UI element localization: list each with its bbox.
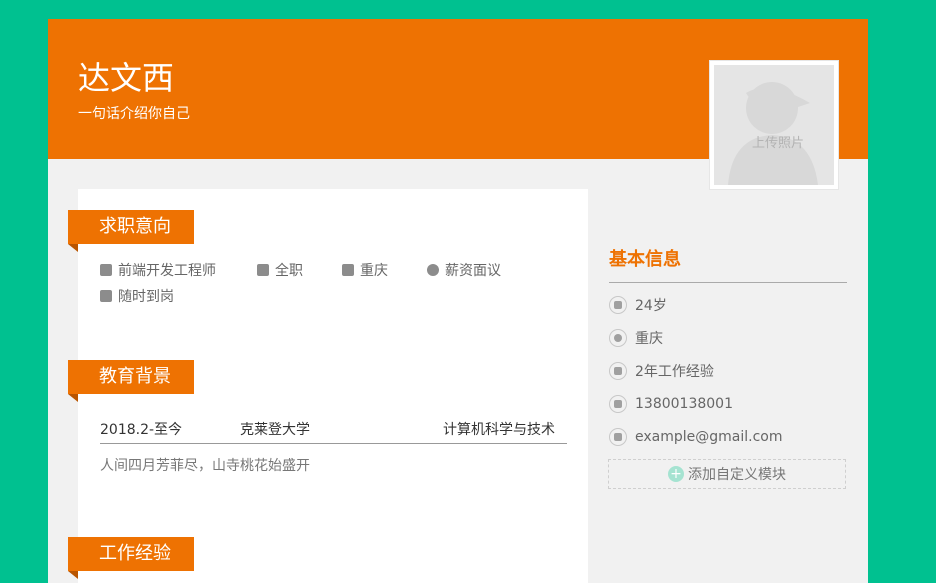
education-description[interactable]: 人间四月芳菲尽，山寺桃花始盛开 — [100, 455, 310, 475]
info-age[interactable]: 24岁 — [609, 294, 667, 316]
info-email[interactable]: example@gmail.com — [609, 426, 783, 448]
intent-position[interactable]: 前端开发工程师 — [100, 261, 216, 279]
photo-upload[interactable]: 上传照片 — [709, 60, 839, 190]
name-field[interactable]: 达文西 — [78, 59, 174, 97]
briefcase-icon — [100, 264, 112, 276]
info-experience[interactable]: 2年工作经验 — [609, 360, 714, 382]
photo-upload-label: 上传照片 — [751, 136, 804, 151]
intent-type[interactable]: 全职 — [257, 261, 303, 279]
intent-salary[interactable]: 薪资面议 — [427, 261, 501, 279]
info-city[interactable]: 重庆 — [609, 327, 663, 349]
resume-page: 达文西 一句话介绍你自己 上传照片 求职意向 前端开发工程师 全职 重庆 薪资面… — [48, 19, 868, 583]
city-icon — [342, 264, 354, 276]
intent-city[interactable]: 重庆 — [342, 261, 388, 279]
section-title-work[interactable]: 工作经验 — [68, 537, 194, 579]
avatar-placeholder-icon: 上传照片 — [714, 65, 834, 185]
intent-availability[interactable]: 随时到岗 — [100, 287, 174, 305]
calendar-icon — [609, 296, 627, 314]
phone-icon — [609, 395, 627, 413]
plus-icon: + — [668, 466, 684, 482]
basic-info-title[interactable]: 基本信息 — [609, 245, 681, 271]
divider — [609, 282, 847, 283]
education-entry[interactable]: 2018.2-至今 克莱登大学 计算机科学与技术 — [100, 417, 567, 444]
calendar-icon — [100, 290, 112, 302]
section-title-intent[interactable]: 求职意向 — [68, 210, 194, 252]
education-school: 克莱登大学 — [240, 422, 310, 438]
info-phone[interactable]: 13800138001 — [609, 393, 733, 415]
mail-icon — [609, 428, 627, 446]
section-title-education[interactable]: 教育背景 — [68, 360, 194, 402]
id-card-icon — [257, 264, 269, 276]
location-icon — [609, 329, 627, 347]
work-experience-icon — [609, 362, 627, 380]
education-major: 计算机科学与技术 — [443, 422, 555, 438]
education-period: 2018.2-至今 — [100, 422, 183, 438]
main-column: 求职意向 前端开发工程师 全职 重庆 薪资面议 随时到岗 教育背景 2018.2… — [68, 189, 588, 583]
slogan-field[interactable]: 一句话介绍你自己 — [78, 105, 190, 123]
money-icon — [427, 264, 439, 276]
add-custom-module-button[interactable]: + 添加自定义模块 — [608, 459, 846, 489]
